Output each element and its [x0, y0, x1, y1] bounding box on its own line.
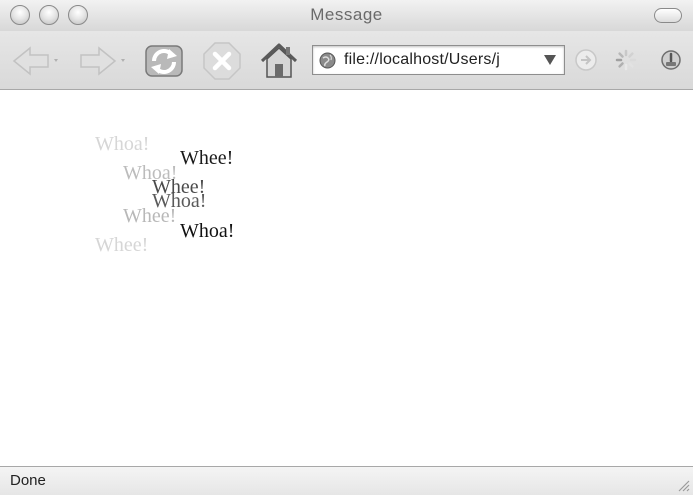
- stop-icon: [203, 42, 241, 80]
- address-bar[interactable]: file://localhost/Users/j: [312, 45, 565, 75]
- whoa-text: Whoa!: [95, 133, 150, 155]
- reload-button[interactable]: [142, 40, 186, 82]
- whoa-text: Whoa!: [180, 220, 235, 242]
- title-bar[interactable]: Message: [0, 0, 693, 32]
- status-bar: Done: [0, 466, 693, 495]
- address-input[interactable]: file://localhost/Users/j: [344, 51, 524, 69]
- back-arrow-icon: [12, 46, 58, 76]
- home-icon: [260, 43, 298, 78]
- globe-icon: [319, 52, 336, 69]
- window-title: Message: [310, 5, 383, 24]
- spinner-icon: [615, 49, 637, 71]
- whee-text: Whee!: [180, 147, 234, 169]
- status-button[interactable]: [659, 48, 683, 72]
- resize-grip-icon[interactable]: [676, 478, 690, 492]
- activity-indicator: [614, 48, 638, 72]
- whee-text: Whee!: [123, 205, 177, 227]
- forward-button[interactable]: [77, 44, 131, 78]
- address-dropdown-icon[interactable]: [544, 55, 556, 65]
- go-button[interactable]: [574, 48, 598, 72]
- navigation-toolbar: file://localhost/Users/j: [0, 31, 693, 90]
- back-button[interactable]: [10, 44, 64, 78]
- stop-button[interactable]: [202, 41, 242, 81]
- forward-arrow-icon: [80, 46, 125, 76]
- home-button[interactable]: [258, 40, 300, 82]
- status-icon: [661, 50, 681, 70]
- status-text: Done: [10, 472, 46, 489]
- reload-icon: [145, 45, 183, 77]
- browser-window: Message file://localhost/Users/j Whoa! W…: [0, 0, 693, 495]
- page-content: Whoa! Whee! Whoa! Whee! Whoa! Whee! Whoa…: [0, 90, 693, 466]
- toolbar-toggle-button[interactable]: [654, 8, 682, 23]
- go-arrow-icon: [575, 49, 597, 71]
- whee-text: Whee!: [95, 234, 149, 256]
